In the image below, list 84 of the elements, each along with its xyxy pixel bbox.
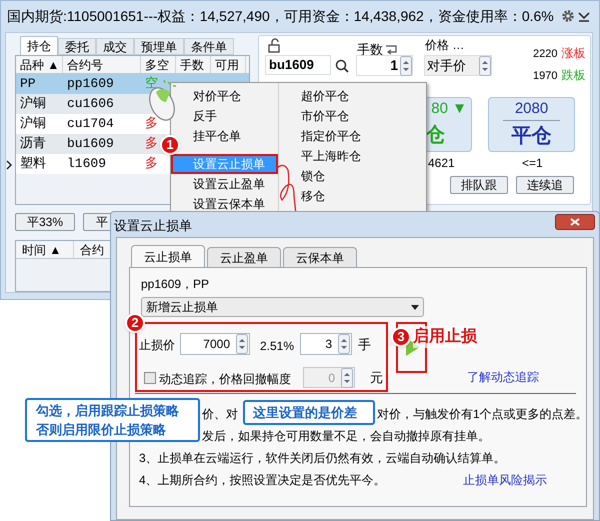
table-cell: 多 (145, 136, 158, 151)
spin-arrows-icon (341, 368, 353, 388)
trailing-checkbox[interactable] (144, 372, 156, 384)
column-header[interactable]: 多空 (141, 56, 176, 73)
close-percent-button[interactable]: 平33% (15, 213, 75, 231)
close-icon (570, 218, 580, 226)
menu-item[interactable]: 锁仓 (301, 166, 325, 186)
price-label: 价格 … (425, 38, 464, 53)
spin-arrows-icon (236, 334, 248, 354)
table-cell: pp1609 (67, 76, 114, 91)
spin-arrows-icon (400, 56, 412, 76)
table-cell: 沪铜 (20, 116, 46, 131)
spin-arrows-icon (338, 334, 350, 354)
stop-price-label: 止损价 (139, 337, 175, 354)
table-cell: cu1606 (67, 96, 114, 111)
settings-icon[interactable] (560, 8, 576, 24)
open-volume: 4621 (428, 155, 455, 172)
tab[interactable]: 持仓 (20, 36, 58, 55)
trailing-label: 动态追踪，价格回撤幅度 (159, 371, 291, 388)
percent-text: 2.51% (260, 338, 294, 355)
menu-item[interactable]: 市价平仓 (301, 106, 349, 126)
close-limit: <=1 (522, 155, 543, 172)
tab[interactable]: 成交 (96, 38, 134, 55)
tab[interactable]: 条件单 (184, 38, 234, 55)
column-header[interactable]: 手数 (176, 56, 211, 73)
lots-unit: 手 (358, 336, 371, 354)
table-cell: bu1609 (67, 136, 114, 151)
table-cell: 空 (145, 76, 158, 91)
menu-item[interactable]: 超价平仓 (301, 86, 349, 106)
order-dropdown[interactable]: 新增云止损单 (141, 297, 424, 317)
menu-item[interactable]: 移仓 (301, 186, 325, 206)
close-position-button[interactable]: 2080 平仓 (488, 97, 575, 152)
menu-item[interactable]: 设置云止盈单 (193, 174, 265, 194)
column-header[interactable]: 品种 ▲ (16, 56, 63, 73)
start-label: 启用止损 (413, 326, 477, 348)
table-cell: PP (20, 76, 36, 91)
pullback-unit: 元 (370, 369, 383, 387)
column-header[interactable]: 合约号 (63, 56, 141, 73)
tab[interactable]: 云保本单 (283, 247, 357, 267)
dropdown-arrow-icon (411, 304, 419, 310)
return-icon (385, 44, 397, 56)
queue-button[interactable]: 排队跟 (450, 176, 508, 194)
contract-label: pp1609，PP (141, 276, 210, 293)
spin-arrows-icon (479, 56, 491, 76)
tab[interactable]: 云止盈单 (207, 247, 281, 267)
lots-spinner[interactable]: 3 (300, 333, 352, 355)
search-icon (335, 59, 349, 73)
note-text: 3、止损单在云端运行，软件关闭后仍然有效，云端自动确认结算单。 (139, 450, 506, 467)
callout-text: 勾选，启用跟踪止损策略 (36, 402, 180, 420)
table-cell: l1609 (67, 156, 106, 171)
menu-item[interactable]: 平上海昨仓 (301, 146, 361, 166)
lots-spinner[interactable]: 1 (356, 55, 413, 76)
stop-price-spinner[interactable]: 7000 (180, 333, 250, 355)
menu-item[interactable]: 设置云保本单 (193, 194, 265, 214)
table-cell: 沥青 (20, 136, 46, 151)
note-text: 发后，如果持仓可用数量不足，会自动撤掉原有挂单。 (202, 428, 490, 445)
table-cell: 多 (145, 116, 158, 131)
contract-field[interactable]: bu1609 (265, 55, 331, 75)
close-button[interactable] (555, 214, 595, 230)
column-header[interactable]: 可用 (211, 56, 246, 73)
window-title: 国内期货:1105001651---权益：14,527,490，可用资金：14,438,962，资金使用率：0.6% (7, 6, 554, 26)
table-cell: cu1704 (67, 116, 114, 131)
lock-icon (268, 38, 280, 53)
tab[interactable]: 云止损单 (131, 245, 205, 267)
note-text: 对价，与触发价有1个点或更多的点差。 (377, 406, 588, 423)
price-type-spinner[interactable]: 对手价 (424, 55, 492, 76)
trailing-link[interactable]: 了解动态追踪 (467, 368, 539, 386)
limit-down-label: 跌板 (561, 67, 586, 84)
callout-text: 这里设置的是价差 (253, 404, 357, 422)
note-text: 价、对 (202, 406, 238, 423)
limit-up-price: 2220 (533, 47, 558, 62)
tab[interactable]: 预埋单 (134, 38, 184, 55)
table-cell: 塑料 (20, 156, 46, 171)
table-cell: 多 (145, 156, 158, 171)
chase-button[interactable]: 连续追 (516, 176, 574, 194)
table-cell: 沪铜 (20, 96, 46, 111)
tab[interactable]: 委托 (58, 38, 96, 55)
limit-down-price: 1970 (533, 69, 558, 84)
risk-link[interactable]: 止损单风险揭示 (463, 471, 547, 489)
callout-text: 否则启用限价止损策略 (36, 421, 167, 439)
limit-up-label: 涨板 (561, 45, 586, 62)
note-text: 4、上期所合约，按照设置决定是否优先平今。 (139, 472, 386, 489)
column-header[interactable]: 时间 ▲ (16, 241, 74, 258)
menu-item[interactable]: 指定价平仓 (301, 126, 361, 146)
